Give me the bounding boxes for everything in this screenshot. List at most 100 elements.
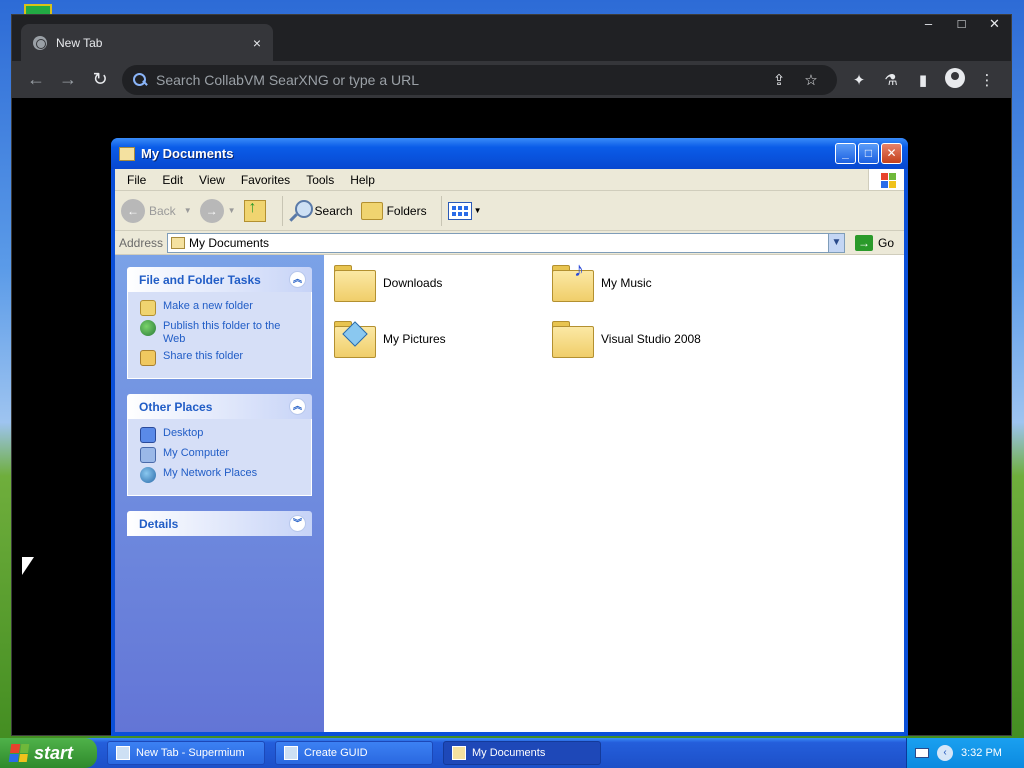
task-pane: File and Folder Tasks ︽ Make a new folde… [115, 255, 324, 732]
menu-view[interactable]: View [191, 173, 233, 187]
menu-help[interactable]: Help [342, 173, 383, 187]
taskbar-button-browser[interactable]: New Tab - Supermium [107, 741, 265, 765]
forward-button[interactable]: → [52, 66, 84, 94]
collapse-chevron-icon[interactable]: ︽ [289, 398, 306, 415]
menu-edit[interactable]: Edit [154, 173, 191, 187]
folder-item[interactable]: Visual Studio 2008 [552, 321, 701, 358]
forward-button[interactable]: → ▼ [199, 198, 236, 223]
task-publish-folder[interactable]: Publish this folder to the Web [140, 320, 301, 346]
folders-button[interactable]: Folders [360, 201, 427, 220]
explorer-titlebar[interactable]: My Documents _ □ ✕ [111, 138, 908, 169]
panel-title: Details [139, 516, 179, 531]
omnibox-placeholder[interactable]: Search CollabVM SearXNG or type a URL [156, 72, 763, 88]
place-my-computer[interactable]: My Computer [140, 447, 301, 463]
dropdown-arrow-icon[interactable]: ▼ [228, 206, 236, 215]
browser-tab[interactable]: New Tab × [21, 24, 273, 61]
expand-chevron-icon[interactable]: ︾ [289, 515, 306, 532]
folder-label: My Pictures [383, 332, 446, 346]
folder-icon [552, 321, 594, 358]
taskbar-button-my-documents[interactable]: My Documents [443, 741, 601, 765]
menu-file[interactable]: File [119, 173, 154, 187]
side-panel-icon[interactable]: ▮ [907, 71, 939, 89]
reload-button[interactable]: ↻ [84, 66, 116, 94]
tab-close-icon[interactable]: × [253, 35, 261, 51]
mouse-cursor [22, 557, 34, 575]
panel-title: File and Folder Tasks [139, 272, 261, 287]
minimize-button[interactable]: – [912, 15, 945, 32]
taskbar-button-label: New Tab - Supermium [136, 747, 245, 759]
globe-icon [140, 320, 156, 336]
address-label: Address [119, 235, 164, 250]
views-button[interactable]: ▼ [447, 201, 482, 220]
folder-item[interactable]: ♪ My Music [552, 259, 652, 302]
windows-flag-icon [868, 169, 904, 190]
panel-header[interactable]: Other Places ︽ [127, 394, 312, 419]
minimize-button[interactable]: _ [835, 143, 856, 164]
task-make-new-folder[interactable]: Make a new folder [140, 300, 301, 316]
dropdown-arrow-icon[interactable]: ▼ [184, 206, 192, 215]
explorer-toolbar: ← Back ▼ → ▼ Search Folders ▼ [115, 191, 904, 231]
profile-avatar[interactable] [939, 67, 971, 92]
file-folder-tasks-panel: File and Folder Tasks ︽ Make a new folde… [127, 267, 312, 379]
panel-header[interactable]: Details ︾ [127, 511, 312, 536]
menu-favorites[interactable]: Favorites [233, 173, 298, 187]
browser-toolbar: ← → ↻ Search CollabVM SearXNG or type a … [12, 61, 1011, 98]
address-field[interactable]: My Documents ▼ [167, 232, 845, 253]
menu-bar: File Edit View Favorites Tools Help [115, 169, 904, 191]
labs-flask-icon[interactable]: ⚗ [875, 71, 907, 89]
taskbar: start New Tab - Supermium Create GUID My… [0, 738, 1024, 768]
back-button[interactable]: ← Back ▼ [121, 198, 192, 223]
forward-arrow-icon: → [199, 198, 224, 223]
browser-icon [116, 746, 130, 760]
go-label: Go [877, 235, 894, 250]
menu-tools[interactable]: Tools [298, 173, 342, 187]
go-button[interactable]: → Go [849, 234, 900, 251]
taskbar-button-label: Create GUID [304, 747, 368, 759]
chevron-down-icon[interactable]: ▼ [827, 233, 844, 252]
folder-icon [119, 146, 135, 161]
folder-item[interactable]: My Pictures [334, 321, 446, 358]
back-arrow-icon: ← [121, 198, 145, 223]
collapse-chevron-icon[interactable]: ︽ [289, 271, 306, 288]
place-desktop[interactable]: Desktop [140, 427, 301, 443]
search-icon [289, 199, 313, 222]
keyboard-icon[interactable] [915, 748, 929, 758]
browser-window-controls: – □ ✕ [912, 15, 1011, 32]
explorer-window: My Documents _ □ ✕ File Edit View Favori… [111, 138, 908, 736]
folder-icon [171, 236, 186, 249]
extensions-icon[interactable]: ✦ [843, 71, 875, 89]
panel-header[interactable]: File and Folder Tasks ︽ [127, 267, 312, 292]
folder-up-icon[interactable] [243, 199, 266, 222]
browser-actions: ✦ ⚗ ▮ ⋮ [843, 67, 1003, 92]
omnibox[interactable]: Search CollabVM SearXNG or type a URL ⇪ … [122, 64, 837, 95]
tray-expand-icon[interactable]: ‹ [937, 745, 953, 761]
close-button[interactable]: ✕ [978, 15, 1011, 32]
go-arrow-icon: → [854, 234, 873, 251]
folders-icon [360, 201, 383, 220]
task-share-folder[interactable]: Share this folder [140, 350, 301, 366]
place-label: My Computer [163, 447, 230, 459]
folder-item[interactable]: Downloads [334, 265, 442, 302]
share-icon[interactable]: ⇪ [763, 71, 795, 89]
menu-kebab-icon[interactable]: ⋮ [971, 71, 1003, 89]
taskbar-button-create-guid[interactable]: Create GUID [275, 741, 433, 765]
bookmark-star-icon[interactable]: ☆ [795, 71, 827, 89]
place-network[interactable]: My Network Places [140, 467, 301, 483]
taskbar-button-label: My Documents [472, 747, 546, 759]
address-value[interactable]: My Documents [189, 236, 828, 250]
panel-title: Other Places [139, 399, 213, 414]
folder-contents: Downloads ♪ My Music My Pictures Visual … [324, 255, 904, 732]
music-folder-icon: ♪ [552, 259, 594, 302]
maximize-button[interactable]: □ [858, 143, 879, 164]
toolbar-separator [281, 195, 283, 226]
details-panel: Details ︾ [127, 511, 312, 536]
maximize-button[interactable]: □ [945, 15, 978, 32]
place-label: Desktop [163, 427, 204, 439]
back-button[interactable]: ← [20, 66, 52, 94]
computer-icon [140, 447, 156, 463]
start-button[interactable]: start [0, 738, 97, 768]
app-window-icon [284, 746, 298, 760]
close-button[interactable]: ✕ [881, 143, 902, 164]
windows-logo-icon [8, 744, 30, 762]
search-button[interactable]: Search [289, 199, 353, 222]
